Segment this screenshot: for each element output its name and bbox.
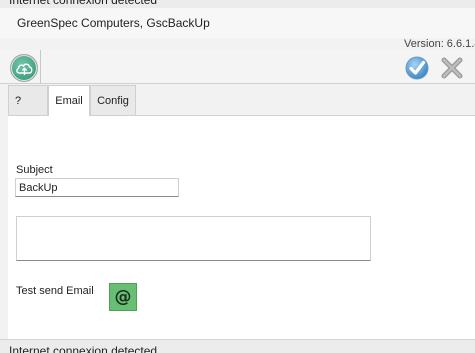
tab-email-label: Email: [55, 95, 83, 107]
checkmark-icon: [405, 56, 429, 80]
toolbar: [0, 50, 475, 84]
send-test-email-button[interactable]: @: [109, 283, 137, 311]
subject-label: Subject: [16, 164, 53, 176]
cancel-button[interactable]: [439, 56, 465, 80]
bottom-status-bar: Internet connexion detected: [0, 339, 475, 353]
top-status-text: Internet connexion detected: [9, 0, 158, 7]
tab-config-label: Config: [97, 95, 129, 107]
ok-button[interactable]: [404, 56, 430, 80]
tab-email[interactable]: Email: [48, 85, 90, 116]
cloud-upload-icon: [16, 63, 33, 75]
cloud-upload-button[interactable]: [10, 54, 38, 82]
bottom-status-text: Internet connexion detected: [9, 344, 158, 353]
tab-help[interactable]: ?: [8, 85, 48, 115]
window-title-bar: GreenSpec Computers, GscBackUp: [0, 8, 475, 38]
version-label: Version: 6.6.1.4: [404, 38, 475, 50]
top-status-bar: Internet connexion detected: [0, 0, 475, 8]
toolbar-separator: [40, 50, 41, 84]
subject-input[interactable]: [15, 178, 179, 197]
window-title: GreenSpec Computers, GscBackUp: [17, 16, 210, 30]
test-send-email-label: Test send Email: [16, 285, 94, 297]
email-body-textarea[interactable]: [16, 216, 371, 261]
close-icon: [441, 57, 463, 79]
tab-help-label: ?: [15, 95, 22, 107]
tab-config[interactable]: Config: [90, 85, 136, 115]
